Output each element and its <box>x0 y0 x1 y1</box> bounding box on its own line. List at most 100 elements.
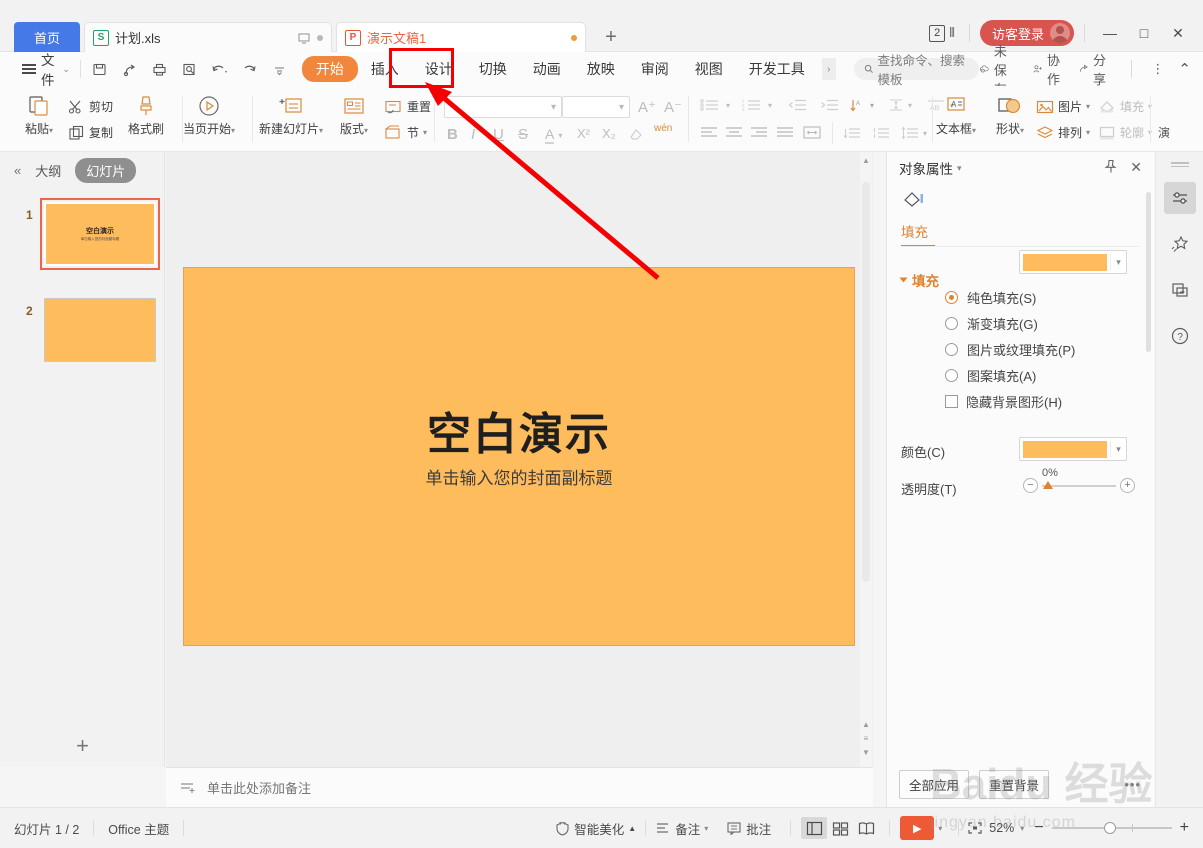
checkbox[interactable] <box>945 395 958 408</box>
increase-indent-button[interactable] <box>820 98 840 112</box>
comments-button[interactable]: 批注 <box>717 819 780 838</box>
grow-font-button[interactable]: A⁺ <box>638 98 656 116</box>
slide-subtitle-placeholder[interactable]: 单击输入您的封面副标题 <box>184 464 854 489</box>
tab-developer-tools[interactable]: 开发工具 <box>736 56 818 82</box>
print-preview-icon[interactable] <box>181 61 198 78</box>
increase-transparency-button[interactable]: + <box>1120 478 1135 493</box>
zoom-track[interactable] <box>1051 822 1172 834</box>
chevron-down-icon[interactable]: ▾ <box>1110 441 1126 457</box>
tab-view[interactable]: 视图 <box>682 56 736 82</box>
more-tabs-button[interactable]: › <box>821 58 836 80</box>
window-stack-icon[interactable]: ⦀ <box>949 25 955 41</box>
more-options-button[interactable]: ••• <box>1124 777 1141 792</box>
picture-button[interactable]: 图片 ▾ <box>1036 98 1090 115</box>
customize-quick-access-icon[interactable] <box>271 61 288 78</box>
paste-button[interactable]: 粘贴▾ <box>16 94 62 137</box>
format-painter-button[interactable]: 格式刷 <box>122 94 170 137</box>
pin-icon[interactable] <box>1104 159 1118 177</box>
share-button[interactable]: 分享 <box>1079 50 1111 88</box>
slideshow-options-caret-icon[interactable]: ▾ <box>934 824 950 833</box>
help-question-icon[interactable]: ? <box>1164 320 1196 352</box>
slide-thumbnail[interactable] <box>44 298 156 362</box>
superscript-button[interactable]: X² <box>577 126 590 141</box>
tab-review[interactable]: 审阅 <box>628 56 682 82</box>
bold-button[interactable]: B <box>447 126 458 143</box>
scroll-up-icon[interactable]: ▲ <box>860 156 872 165</box>
chevron-down-icon[interactable]: ▾ <box>1110 254 1126 270</box>
slide-thumbnail[interactable]: 空白演示 单击输入您的封面副标题 <box>40 198 160 270</box>
increase-paragraph-spacing-button[interactable] <box>843 126 861 140</box>
window-count-badge[interactable]: 2 <box>929 24 946 42</box>
pinyin-guide-button[interactable]: wén <box>654 124 672 134</box>
document-tab-ppt[interactable]: P 演示文稿1 <box>336 22 586 52</box>
decrease-transparency-button[interactable]: − <box>1023 478 1038 493</box>
duplicate-window-icon[interactable] <box>1164 274 1196 306</box>
home-tab[interactable]: 首页 <box>14 22 80 52</box>
outline-button[interactable]: 轮廓▾ <box>1098 124 1152 141</box>
shrink-font-button[interactable]: A⁻ <box>664 98 682 116</box>
notes-bar[interactable]: 单击此处添加备注 <box>166 767 873 807</box>
reading-view-icon[interactable] <box>853 817 879 839</box>
file-menu-button[interactable]: 文件 ⌄ <box>22 49 70 89</box>
collaborate-button[interactable]: 协作 <box>1033 50 1065 88</box>
option-hide-background-graphics[interactable]: 隐藏背景图形(H) <box>945 392 1062 411</box>
text-box-button[interactable]: A 文本框▾ <box>928 94 984 137</box>
notes-button[interactable]: 备注 ▾ <box>646 819 717 838</box>
decrease-indent-button[interactable] <box>788 98 808 112</box>
subscript-button[interactable]: X₂ <box>602 126 616 141</box>
tab-outline[interactable]: 大纲 <box>35 161 61 180</box>
scrollbar-thumb[interactable] <box>862 182 870 582</box>
decrease-paragraph-spacing-button[interactable] <box>872 126 890 140</box>
align-right-button[interactable] <box>750 126 768 139</box>
panel-title-caret-icon[interactable]: ▾ <box>957 163 962 174</box>
fit-to-window-icon[interactable] <box>967 821 983 835</box>
zoom-in-button[interactable]: + <box>1180 819 1189 837</box>
screen-cast-icon[interactable] <box>297 31 311 45</box>
numbered-list-button[interactable]: 1 2 3 ▾ <box>742 98 772 113</box>
font-size-input[interactable]: ▾ <box>562 96 630 118</box>
slide-sorter-icon[interactable] <box>827 817 853 839</box>
save-icon[interactable] <box>91 61 108 78</box>
font-name-input[interactable]: ▾ <box>444 96 562 118</box>
panel-scrollbar[interactable] <box>1144 192 1154 762</box>
zoom-level-label[interactable]: 52% <box>983 821 1020 835</box>
radio-button[interactable] <box>945 291 958 304</box>
print-icon[interactable] <box>151 61 168 78</box>
start-from-current-slide-button[interactable]: 当页开始▾ <box>178 94 240 137</box>
radio-button[interactable] <box>945 369 958 382</box>
panel-tab-fill[interactable]: 填充 <box>887 184 1154 245</box>
slide-title-placeholder[interactable]: 空白演示 <box>184 398 854 462</box>
shapes-button[interactable]: 形状▾ <box>986 94 1034 137</box>
radio-button[interactable] <box>945 343 958 356</box>
option-pattern-fill[interactable]: 图案填充(A) <box>945 366 1036 385</box>
tab-start[interactable]: 开始 <box>301 56 358 82</box>
tab-animation[interactable]: 动画 <box>520 56 574 82</box>
new-tab-button[interactable]: + <box>598 25 624 51</box>
reset-background-button[interactable]: 重置背景 <box>979 769 1050 799</box>
option-picture-texture-fill[interactable]: 图片或纹理填充(P) <box>945 340 1075 359</box>
align-left-button[interactable] <box>700 126 718 139</box>
zoom-handle[interactable] <box>1103 822 1116 834</box>
previous-slide-icon[interactable]: ▲ <box>860 720 872 729</box>
cut-button[interactable]: 剪切 <box>68 98 113 115</box>
transparency-slider[interactable]: − + <box>1023 478 1135 493</box>
font-color-button[interactable]: A ▾ <box>545 126 562 144</box>
bullet-list-button[interactable]: ▾ <box>700 98 730 112</box>
zoom-options-caret-icon[interactable]: ▾ <box>1020 824 1034 833</box>
section-button[interactable]: 节 ▾ <box>384 124 427 141</box>
radio-button[interactable] <box>945 317 958 330</box>
magic-star-icon[interactable] <box>1164 228 1196 260</box>
canvas-vertical-scrollbar[interactable]: ▲ ▲ ≡ ▼ <box>860 152 872 767</box>
next-slide-icon[interactable]: ▼ <box>860 748 872 757</box>
collapse-ribbon-button[interactable]: ⌃ <box>1178 60 1191 78</box>
strikethrough-button[interactable]: S <box>518 126 528 143</box>
tab-slideshow[interactable]: 放映 <box>574 56 628 82</box>
slider-track[interactable] <box>1042 480 1116 489</box>
collapse-panel-button[interactable]: « <box>14 163 21 178</box>
color-picker[interactable]: ▾ <box>1019 437 1127 461</box>
fill-color-picker[interactable]: ▾ <box>1019 250 1127 274</box>
justify-button[interactable] <box>776 126 794 139</box>
thumbnail-item-2[interactable]: 2 <box>0 298 164 378</box>
zoom-slider[interactable]: − + <box>1034 819 1189 837</box>
apply-all-button[interactable]: 全部应用 <box>899 769 970 799</box>
